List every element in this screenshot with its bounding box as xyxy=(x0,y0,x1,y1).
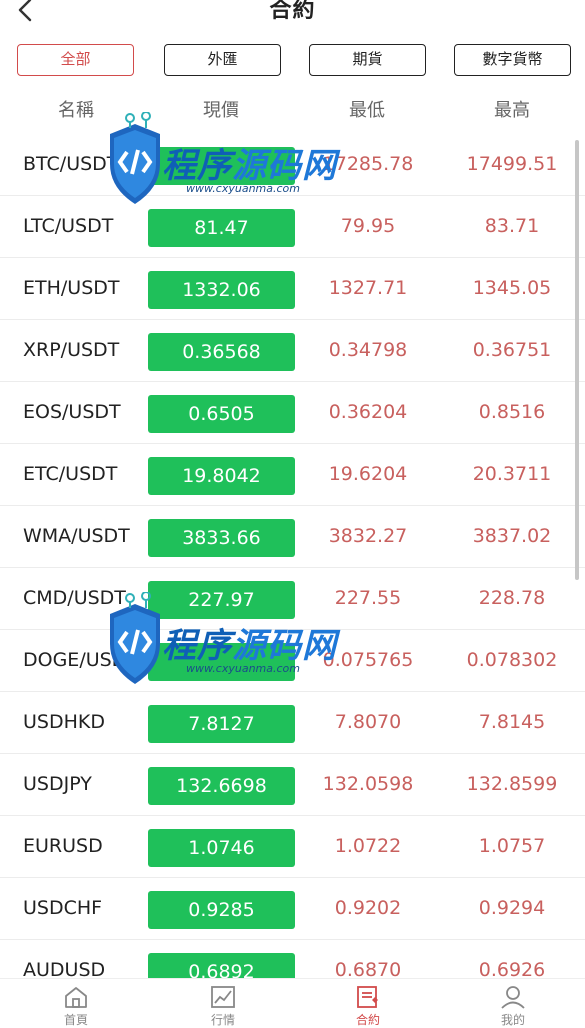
high-price: 83.71 xyxy=(484,215,540,237)
high-price: 1345.05 xyxy=(472,277,552,299)
current-price[interactable]: 1.0746 xyxy=(148,829,295,867)
tab-home[interactable]: 首頁 xyxy=(36,985,116,1027)
market-row[interactable]: CMD/USDT 227.97 227.55 228.78 xyxy=(0,568,585,630)
market-row[interactable]: EOS/USDT 0.6505 0.36204 0.8516 xyxy=(0,382,585,444)
high-price: 132.8599 xyxy=(466,773,558,795)
tab-label: 合約 xyxy=(355,1013,380,1027)
pair-name: USDHKD xyxy=(23,711,105,733)
market-row[interactable]: EURUSD 1.0746 1.0722 1.0757 xyxy=(0,816,585,878)
current-price[interactable]: 0.6505 xyxy=(148,395,295,433)
tab-label: 我的 xyxy=(500,1013,525,1027)
low-price: 227.55 xyxy=(334,587,402,609)
pair-name: CMD/USDT xyxy=(23,587,126,609)
low-price: 0.9202 xyxy=(334,897,402,919)
column-high-header: 最高 xyxy=(494,100,530,121)
market-row[interactable]: USDCHF 0.9285 0.9202 0.9294 xyxy=(0,878,585,940)
column-price-header: 現價 xyxy=(203,100,239,121)
bottom-tab-bar: 首頁 行情 合約 我的 xyxy=(0,978,585,1027)
current-price[interactable]: 19.8042 xyxy=(148,457,295,495)
page-title: 合約 xyxy=(269,0,316,23)
pair-name: WMA/USDT xyxy=(23,525,130,547)
pair-name: DOGE/USDT xyxy=(23,649,138,671)
current-price[interactable]: 227.97 xyxy=(148,581,295,619)
low-price: 7.8070 xyxy=(334,711,402,733)
chart-icon xyxy=(211,986,235,1008)
high-price: 0.8516 xyxy=(478,401,546,423)
tab-label: 行情 xyxy=(210,1013,235,1027)
pair-name: EURUSD xyxy=(23,835,103,857)
high-price: 0.078302 xyxy=(466,649,558,671)
low-price: 0.36204 xyxy=(328,401,408,423)
high-price: 20.3711 xyxy=(472,463,552,485)
market-list: BTC/USDT 17285.78 17499.51 LTC/USDT 81.4… xyxy=(0,134,585,978)
column-name-header: 名稱 xyxy=(58,100,94,121)
user-icon xyxy=(501,986,525,1009)
filter-crypto-button[interactable]: 數字貨幣 xyxy=(454,44,571,76)
high-price: 228.78 xyxy=(478,587,546,609)
header: 合約 xyxy=(0,0,585,36)
pair-name: ETH/USDT xyxy=(23,277,120,299)
current-price[interactable]: 7.8127 xyxy=(148,705,295,743)
market-row[interactable]: WMA/USDT 3833.66 3832.27 3837.02 xyxy=(0,506,585,568)
filter-forex-button[interactable]: 外匯 xyxy=(164,44,281,76)
low-price: 79.95 xyxy=(340,215,396,237)
home-icon xyxy=(65,987,87,1008)
high-price: 0.6926 xyxy=(478,959,546,978)
filter-all-button[interactable]: 全部 xyxy=(17,44,134,76)
column-headers: 名稱 現價 最低 最高 xyxy=(0,96,585,132)
pair-name: AUDUSD xyxy=(23,959,106,978)
tab-profile[interactable]: 我的 xyxy=(473,985,553,1027)
pair-name: BTC/USDT xyxy=(23,153,119,175)
current-price[interactable]: 81.47 xyxy=(148,209,295,247)
pair-name: USDCHF xyxy=(23,897,103,919)
scrollbar[interactable] xyxy=(575,140,579,580)
current-price[interactable]: 0.9285 xyxy=(148,891,295,929)
tab-label: 首頁 xyxy=(63,1013,88,1027)
high-price: 0.36751 xyxy=(472,339,552,361)
market-row[interactable]: ETH/USDT 1332.06 1327.71 1345.05 xyxy=(0,258,585,320)
pair-name: USDJPY xyxy=(23,773,92,795)
market-row[interactable]: USDJPY 132.6698 132.0598 132.8599 xyxy=(0,754,585,816)
market-row[interactable]: ETC/USDT 19.8042 19.6204 20.3711 xyxy=(0,444,585,506)
current-price[interactable]: 3833.66 xyxy=(148,519,295,557)
market-row[interactable]: USDHKD 7.8127 7.8070 7.8145 xyxy=(0,692,585,754)
high-price: 0.9294 xyxy=(478,897,546,919)
current-price[interactable] xyxy=(148,643,295,681)
market-row[interactable]: AUDUSD 0.6892 0.6870 0.6926 xyxy=(0,940,585,978)
low-price: 19.6204 xyxy=(328,463,408,485)
current-price[interactable]: 132.6698 xyxy=(148,767,295,805)
market-row[interactable]: LTC/USDT 81.47 79.95 83.71 xyxy=(0,196,585,258)
high-price: 1.0757 xyxy=(478,835,546,857)
current-price[interactable]: 0.36568 xyxy=(148,333,295,371)
low-price: 3832.27 xyxy=(328,525,408,547)
column-low-header: 最低 xyxy=(349,100,385,121)
low-price: 0.6870 xyxy=(334,959,402,978)
tab-contract[interactable]: 合約 xyxy=(328,985,408,1027)
current-price[interactable]: 1332.06 xyxy=(148,271,295,309)
low-price: 1327.71 xyxy=(328,277,408,299)
tab-market[interactable]: 行情 xyxy=(183,985,263,1027)
contract-icon xyxy=(357,986,378,1008)
pair-name: LTC/USDT xyxy=(23,215,114,237)
high-price: 7.8145 xyxy=(478,711,546,733)
low-price: 132.0598 xyxy=(322,773,414,795)
current-price[interactable]: 0.6892 xyxy=(148,953,295,978)
market-row[interactable]: DOGE/USDT 0.075765 0.078302 xyxy=(0,630,585,692)
current-price[interactable] xyxy=(148,147,295,185)
low-price: 17285.78 xyxy=(322,153,414,175)
filter-bar: 全部 外匯 期貨 數字貨幣 xyxy=(0,44,585,78)
pair-name: XRP/USDT xyxy=(23,339,120,361)
filter-futures-button[interactable]: 期貨 xyxy=(309,44,426,76)
low-price: 0.34798 xyxy=(328,339,408,361)
pair-name: EOS/USDT xyxy=(23,401,121,423)
low-price: 1.0722 xyxy=(334,835,402,857)
market-row[interactable]: BTC/USDT 17285.78 17499.51 xyxy=(0,134,585,196)
high-price: 17499.51 xyxy=(466,153,558,175)
pair-name: ETC/USDT xyxy=(23,463,118,485)
low-price: 0.075765 xyxy=(322,649,414,671)
high-price: 3837.02 xyxy=(472,525,552,547)
market-row[interactable]: XRP/USDT 0.36568 0.34798 0.36751 xyxy=(0,320,585,382)
